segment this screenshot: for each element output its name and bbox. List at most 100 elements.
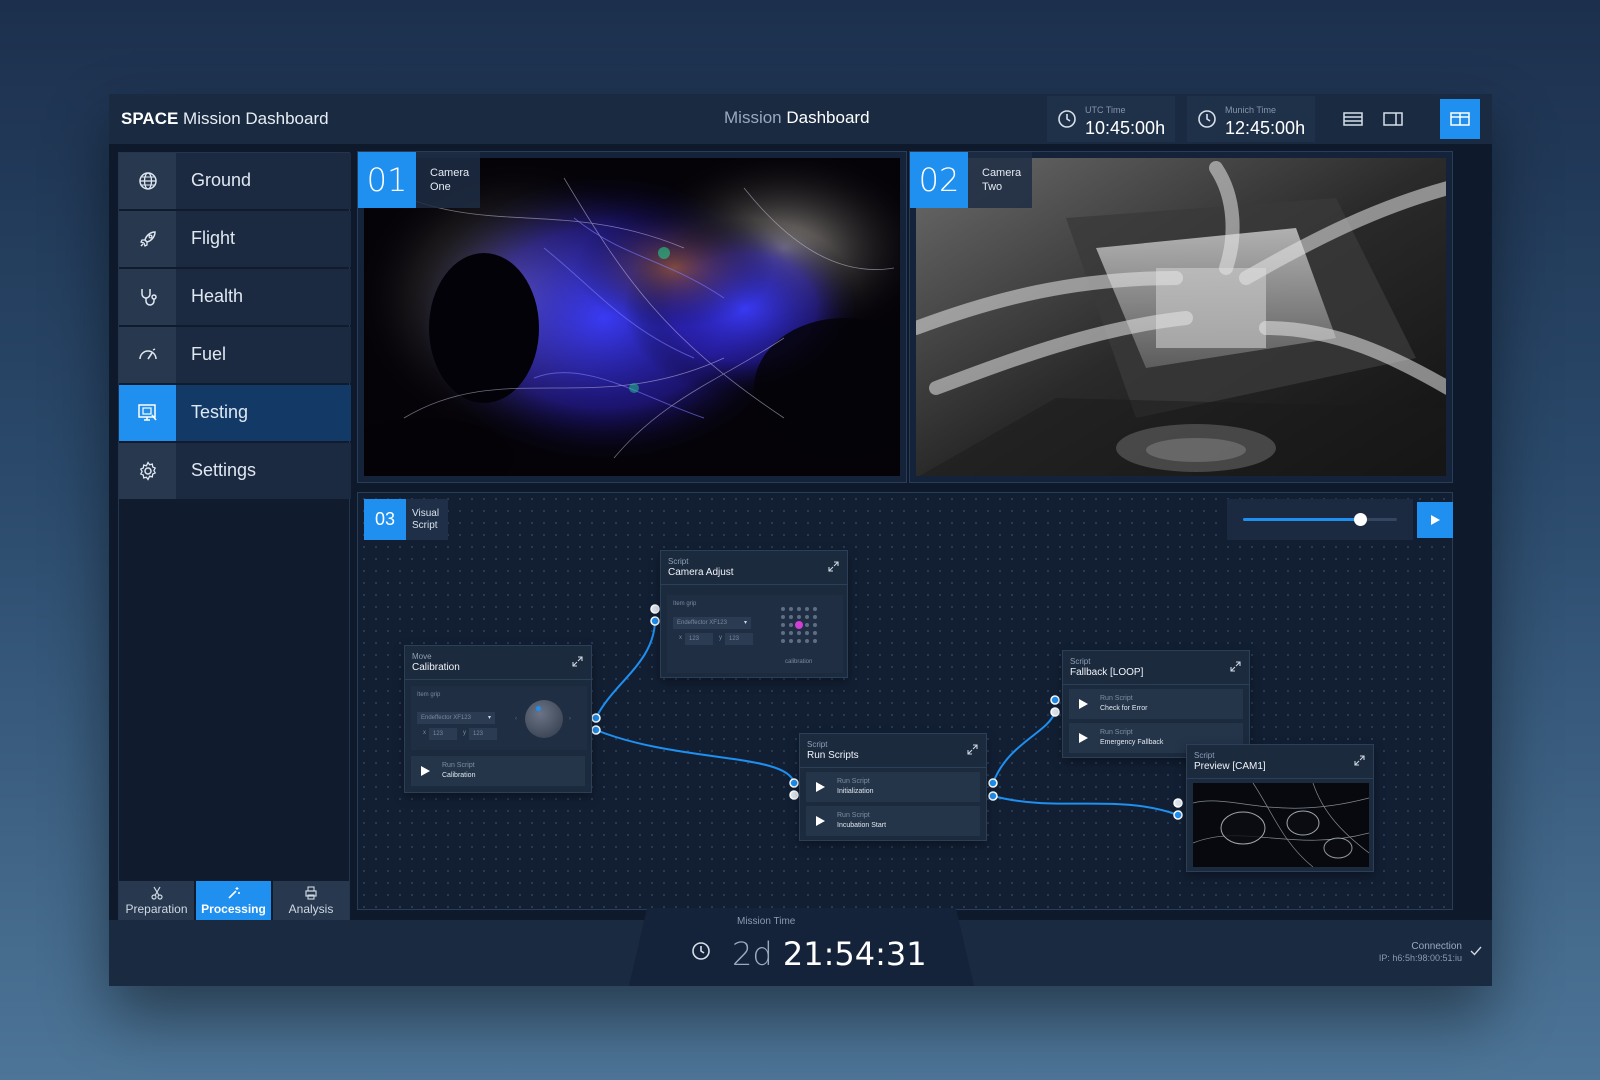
page-title: Mission Dashboard [724,108,870,127]
sidebar-item-label: Fuel [191,344,227,364]
run-script-row[interactable]: Run Script Incubation Start [806,806,980,836]
expand-icon[interactable] [828,561,839,572]
tab-analysis[interactable]: Analysis [273,881,349,924]
sidebar-item-label: Flight [191,228,236,248]
node-settings: Item grip Endeffector XF123 ▾ x 123 y 12… [411,686,587,750]
node-calibration[interactable]: Move Calibration Item grip Endeffector X… [404,645,592,793]
run-script-row[interactable]: Run Script Calibration [411,756,585,786]
row-subtitle: Run Script [1100,695,1133,702]
node-title: Preview [CAM1] [1194,761,1266,772]
expand-icon[interactable] [1230,661,1241,672]
sidebar: Ground Flight Health Fuel Testing Settin… [118,152,351,922]
layout-sidebar-button[interactable] [1373,99,1413,139]
sidebar-item-label: Ground [191,170,252,190]
visual-script-panel[interactable]: 03 Visual Script Move Calibration Item g… [357,492,1453,910]
select-value: Endeffector XF123 [421,715,471,721]
tab-preparation[interactable]: Preparation [119,881,194,924]
x-field[interactable]: 123 [429,728,457,740]
printer-icon [305,886,317,900]
layout-rows-button[interactable] [1333,99,1373,139]
header-bar: SPACE Mission Dashboard Mission Dashboar… [109,94,1492,144]
sidebar-item-testing[interactable]: Testing [119,385,351,441]
utc-value: 10:45:00h [1085,118,1166,138]
node-run-scripts[interactable]: Script Run Scripts Run Script Initializa… [799,733,987,841]
position-knob[interactable] [525,700,563,738]
connection-ip: IP: h6:5h:98:00:51:iu [1378,953,1462,963]
node-title: Camera Adjust [668,567,734,578]
x-field[interactable]: 123 [685,633,713,645]
globe-icon [119,153,176,209]
endeffector-select[interactable]: Endeffector XF123 ▾ [673,617,751,629]
mission-time: Mission Time 2d 21:54:31 [629,908,974,986]
y-field[interactable]: 123 [469,728,497,740]
layout-columns-button[interactable] [1440,99,1480,139]
clock-icon [1197,109,1217,134]
sidebar-item-fuel[interactable]: Fuel [119,327,351,383]
endeffector-select[interactable]: Endeffector XF123 ▾ [417,712,495,724]
sidebar-item-health[interactable]: Health [119,269,351,325]
tab-label: Preparation [125,902,188,916]
node-preview-cam1[interactable]: Script Preview [CAM1] [1186,744,1374,872]
mission-clock: 21:54:31 [782,935,927,973]
row-label: Emergency Fallback [1100,739,1164,746]
y-field[interactable]: 123 [725,633,753,645]
camera-two-panel[interactable]: 02 Camera Two [909,151,1453,483]
node-camera-adjust[interactable]: Script Camera Adjust Item grip Endeffect… [660,550,848,678]
stethoscope-icon [119,269,176,325]
dashboard-window: SPACE Mission Dashboard Mission Dashboar… [109,94,1492,986]
row-subtitle: Run Script [837,812,870,819]
camera-label-line2: Two [982,181,1003,193]
camera-number: 02 [910,152,968,208]
camera-label-line1: Camera [430,167,470,179]
tab-processing[interactable]: Processing [196,881,271,924]
app-title: SPACE Mission Dashboard [121,109,329,128]
sidebar-item-label: Settings [191,460,257,480]
camera-one-panel[interactable]: 01 Camera One [357,151,907,483]
node-header: Script Run Scripts [800,734,986,768]
camera-label: Camera One [416,152,480,208]
node-title: Run Scripts [807,750,859,761]
clock-icon [1057,109,1077,134]
row-label: Initialization [837,788,874,795]
munich-value: 12:45:00h [1225,118,1306,138]
play-icon[interactable] [1079,699,1088,709]
node-title: Calibration [412,662,460,673]
expand-icon[interactable] [967,744,978,755]
magic-wand-icon [227,887,240,899]
node-header: Script Preview [CAM1] [1187,745,1373,779]
sidebar-item-settings[interactable]: Settings [119,443,351,499]
knob-indicator [536,706,541,711]
field-label: Item grip [673,601,697,607]
run-script-row[interactable]: Run Script Initialization [806,772,980,802]
row-subtitle: Run Script [837,778,870,785]
node-subtitle: Script [1070,657,1091,666]
play-icon[interactable] [816,782,825,792]
chevron-down-icon: ▾ [743,620,747,626]
play-icon[interactable] [816,816,825,826]
camera-label: Camera Two [968,152,1032,208]
play-icon[interactable] [421,766,430,776]
connection-label: Connection [1411,941,1462,952]
row-label: Incubation Start [837,822,887,829]
run-script-row[interactable]: Run Script Check for Error [1069,689,1243,719]
mission-time-label: Mission Time [737,916,796,927]
expand-icon[interactable] [1354,755,1365,766]
grid-label: calibration [785,659,813,665]
tab-label: Analysis [288,902,334,916]
calibration-grid[interactable] [779,605,823,645]
layout-rows-icon [1343,112,1363,126]
play-icon[interactable] [1079,733,1088,743]
row-label: Check for Error [1100,705,1148,712]
sidebar-item-ground[interactable]: Ground [119,153,351,209]
camera-label-line1: Camera [982,167,1022,179]
x-label: x [679,635,682,641]
sidebar-item-label: Health [191,286,244,306]
node-subtitle: Script [668,557,689,566]
chevron-right-icon: › [569,716,571,722]
expand-icon[interactable] [572,656,583,667]
tab-label: Processing [201,902,266,916]
sidebar-item-flight[interactable]: Flight [119,211,351,267]
camera-label-line2: One [430,181,451,193]
footer-bar: Mission Time 2d 21:54:31 Connection IP: … [109,908,1492,986]
node-fallback-loop[interactable]: Script Fallback [LOOP] Run Script Check … [1062,650,1250,758]
